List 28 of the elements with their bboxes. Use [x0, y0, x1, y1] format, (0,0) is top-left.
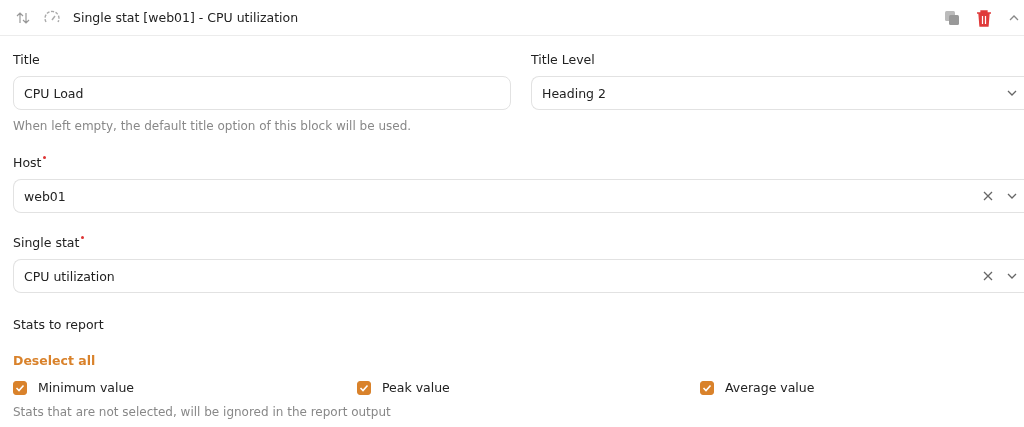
field-label: Single stat [13, 235, 80, 250]
checkmark-icon [15, 383, 25, 392]
duplicate-icon[interactable] [944, 9, 960, 26]
checkbox-label: Peak value [382, 380, 450, 395]
clear-icon[interactable] [982, 190, 994, 202]
hint-text: When left empty, the default title option of this block will be used. [13, 119, 412, 133]
chevron-down-icon [1006, 272, 1018, 280]
checkmark-icon [702, 383, 712, 392]
checkmark-icon [359, 383, 369, 392]
checkbox-label: Average value [725, 380, 815, 395]
hint-text: Stats that are not selected, will be ignored in the report output [13, 405, 391, 419]
field-label: Title Level [531, 52, 595, 67]
checkbox[interactable] [700, 380, 714, 395]
select-field[interactable]: CPU utilization [13, 259, 1024, 293]
clear-icon[interactable] [982, 270, 994, 282]
section-label: Stats to report [13, 317, 104, 332]
field-label: Title [13, 52, 40, 67]
checkbox[interactable] [357, 380, 371, 395]
select-field[interactable]: web01 [13, 179, 1024, 213]
block-title: Single stat [web01] - CPU utilization [73, 10, 299, 25]
field-label: Host [13, 155, 42, 170]
title-level-select[interactable]: Heading 2 [531, 76, 1024, 110]
checkbox[interactable] [13, 380, 27, 395]
title-input[interactable]: CPU Load [13, 76, 511, 110]
chevron-down-icon [1006, 89, 1018, 97]
trash-icon[interactable] [976, 8, 992, 27]
checkbox-label: Minimum value [38, 380, 135, 395]
chevron-down-icon [1006, 192, 1018, 200]
